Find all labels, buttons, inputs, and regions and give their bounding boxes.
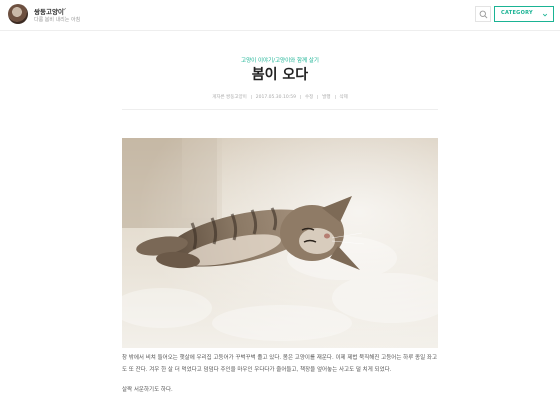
post-paragraph: 살짝 서운하기도 하다.	[122, 387, 173, 393]
delete-link[interactable]: 삭제	[340, 95, 348, 100]
post-paragraph: 창 밖에서 비쳐 들어오는 햇살에 우리집 고등어가 꾸벅꾸벅 졸고 있다. 봄…	[122, 355, 438, 373]
chevron-down-icon	[542, 13, 548, 17]
chevron-down-icon[interactable]	[61, 6, 67, 12]
post-body: 창 밖에서 비쳐 들어오는 햇살에 우리집 고등어가 꾸벅꾸벅 졸고 있다. 봄…	[122, 352, 438, 404]
top-bar: 쌍둥고양이 다룸 봄비 내리는 아침 CATEGORY	[0, 0, 560, 31]
edit-link[interactable]: 수정	[305, 95, 313, 100]
post-category[interactable]: 고양이 이야기/고양이와 함께 살기	[0, 56, 560, 64]
search-button[interactable]	[475, 6, 491, 22]
category-button-label: CATEGORY	[501, 10, 533, 16]
post-meta: 게자른 쌍둥고양이 2017.05.30.10:59 수정 발행 삭제	[0, 94, 560, 100]
blog-description: 다룸 봄비 내리는 아침	[34, 17, 81, 23]
post-author[interactable]: 게자른 쌍둥고양이	[212, 95, 247, 100]
divider	[122, 109, 438, 110]
blog-name[interactable]: 쌍둥고양이	[34, 6, 64, 16]
post-date: 2017.05.30.10:59	[255, 95, 296, 100]
category-button[interactable]: CATEGORY	[494, 6, 554, 22]
publish-link[interactable]: 발행	[322, 95, 330, 100]
post-image	[122, 138, 438, 348]
avatar[interactable]	[8, 4, 28, 24]
search-icon	[479, 10, 488, 19]
post-title: 봄이 오다	[251, 67, 309, 83]
